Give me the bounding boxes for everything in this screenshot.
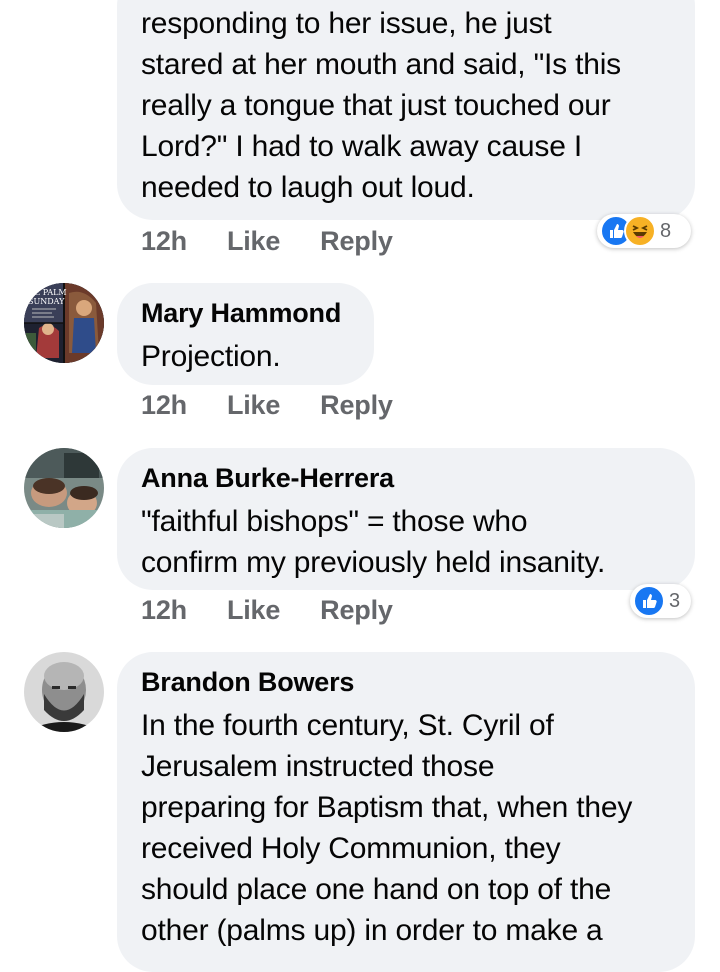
comment-bubble: Anna Burke-Herrera "faithful bishops" = … (117, 448, 695, 590)
reply-button[interactable]: Reply (320, 595, 393, 626)
author-name[interactable]: Anna Burke-Herrera (141, 462, 671, 494)
comment-text: In the fourth century, St. Cyril of Jeru… (141, 709, 633, 947)
comment-text: Projection. (141, 340, 281, 373)
avatar[interactable] (24, 448, 104, 528)
author-name[interactable]: Mary Hammond (141, 297, 350, 329)
comment-bubble: responding to her issue, he just stared … (117, 0, 695, 220)
timestamp[interactable]: 12h (141, 595, 187, 626)
comment-text: "faithful bishops" = those who confirm m… (141, 505, 606, 579)
comment-actions: 12h Like Reply (141, 595, 393, 626)
comment-bubble: Mary Hammond Projection. (117, 283, 374, 385)
like-button[interactable]: Like (227, 390, 280, 421)
reply-button[interactable]: Reply (320, 390, 393, 421)
reply-button[interactable]: Reply (320, 226, 393, 257)
comment-text: responding to her issue, he just stared … (141, 7, 621, 204)
avatar[interactable]: LE PALM SUNDAY (24, 283, 104, 363)
author-name[interactable]: Brandon Bowers (141, 666, 671, 698)
reactions-summary[interactable]: 8 (597, 214, 691, 248)
timestamp[interactable]: 12h (141, 226, 187, 257)
comment-actions: 12h Like Reply (141, 390, 393, 421)
reaction-count: 8 (660, 219, 672, 242)
reactions-summary[interactable]: 3 (630, 584, 691, 618)
like-button[interactable]: Like (227, 226, 280, 257)
haha-reaction-icon (624, 215, 656, 247)
svg-text:SUNDAY: SUNDAY (28, 297, 65, 306)
comment-bubble: Brandon Bowers In the fourth century, St… (117, 652, 695, 972)
timestamp[interactable]: 12h (141, 390, 187, 421)
avatar[interactable] (24, 652, 104, 732)
like-reaction-icon (633, 585, 665, 617)
like-button[interactable]: Like (227, 595, 280, 626)
reaction-count: 3 (669, 589, 681, 612)
comment-actions: 12h Like Reply (141, 226, 393, 257)
svg-text:LE PALM: LE PALM (29, 288, 67, 297)
